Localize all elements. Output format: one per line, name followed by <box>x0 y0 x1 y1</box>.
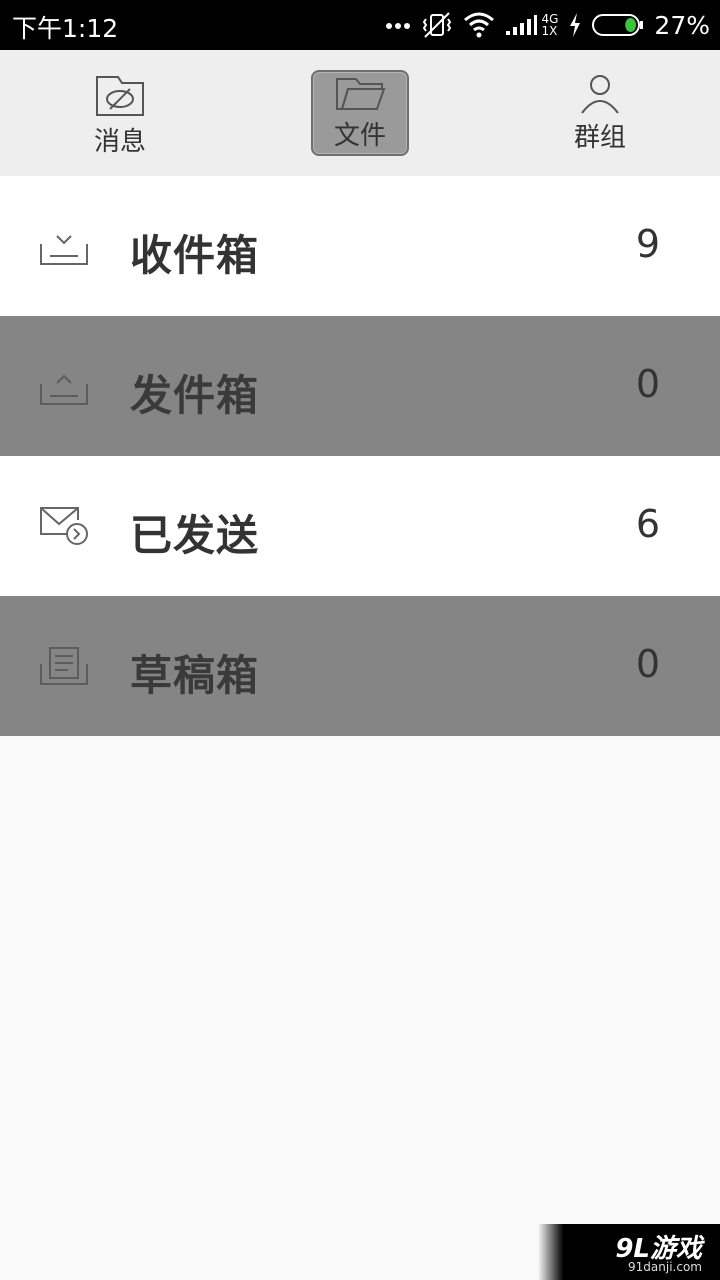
status-icons: 4G 1X 27% <box>385 0 710 50</box>
list-item-outbox[interactable]: 发件箱 0 <box>0 316 720 456</box>
network-type-bottom: 1X <box>541 24 558 38</box>
tab-groups-label: 群组 <box>573 122 626 153</box>
tab-files-selected-box: 文件 <box>311 70 409 156</box>
wifi-icon <box>464 12 495 38</box>
tab-files-label: 文件 <box>333 120 386 151</box>
network-type: 4G 1X <box>541 13 558 37</box>
watermark: 9L游戏 91danji.com <box>538 1224 720 1280</box>
battery-percent: 27% <box>654 10 710 40</box>
list-item-count: 0 <box>635 642 660 686</box>
folder-list: 收件箱 9 发件箱 0 已发送 6 草稿箱 0 <box>0 176 720 736</box>
watermark-url: 91danji.com <box>628 1260 702 1274</box>
status-bar: 下午1:12 4G 1X 27% <box>0 0 720 50</box>
inbox-icon <box>40 235 88 265</box>
tab-bar: 消息 文件 群组 <box>0 50 720 176</box>
tab-messages-label: 消息 <box>93 126 146 157</box>
signal-icon <box>506 15 538 35</box>
tab-messages[interactable]: 消息 <box>0 50 240 176</box>
status-time: 下午1:12 <box>12 14 119 43</box>
tab-files[interactable]: 文件 <box>240 50 480 176</box>
list-item-label: 草稿箱 <box>130 651 260 700</box>
message-icon <box>96 75 144 116</box>
vibrate-off-icon <box>423 12 452 38</box>
outbox-icon <box>40 374 88 405</box>
list-item-drafts[interactable]: 草稿箱 0 <box>0 596 720 736</box>
list-item-sent[interactable]: 已发送 6 <box>0 456 720 596</box>
more-dots-icon <box>386 23 411 29</box>
list-item-count: 9 <box>635 222 660 266</box>
folder-icon <box>336 77 386 110</box>
draft-icon <box>40 647 88 685</box>
tab-groups[interactable]: 群组 <box>480 50 720 176</box>
list-item-label: 已发送 <box>130 511 260 560</box>
list-item-label: 发件箱 <box>130 371 260 420</box>
person-icon <box>581 74 619 114</box>
charging-icon <box>570 13 581 37</box>
battery-icon <box>592 14 644 36</box>
list-item-count: 0 <box>635 362 660 406</box>
sent-icon <box>40 507 88 545</box>
list-item-count: 6 <box>635 502 660 546</box>
list-item-inbox[interactable]: 收件箱 9 <box>0 176 720 316</box>
list-item-label: 收件箱 <box>130 231 260 280</box>
